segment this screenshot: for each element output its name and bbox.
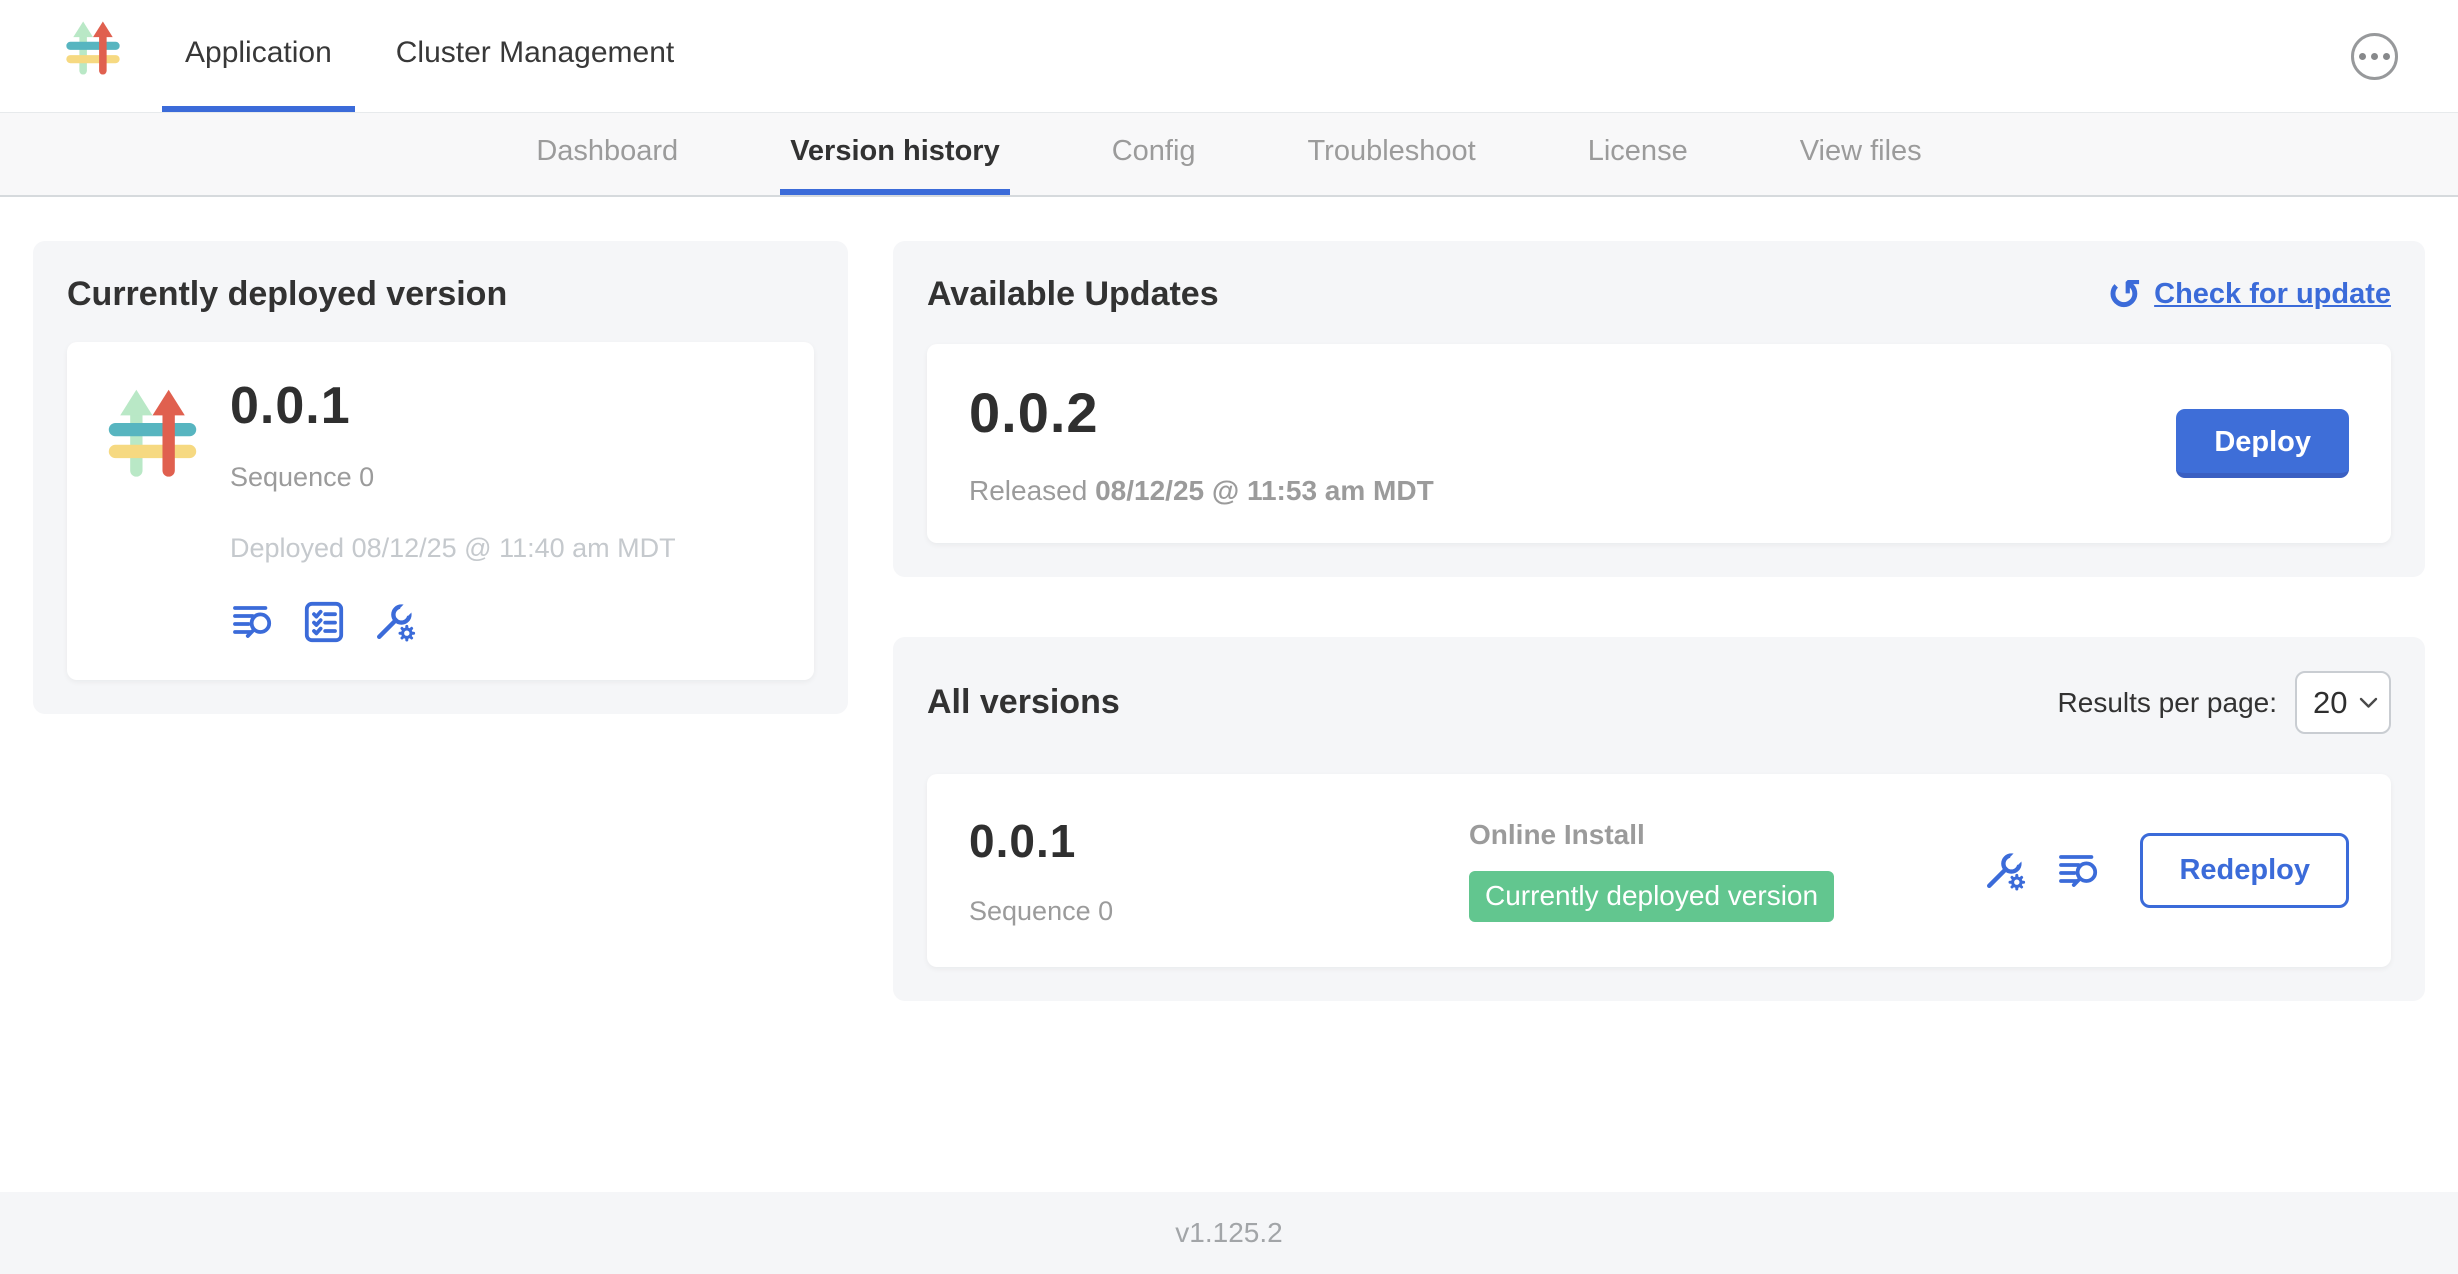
deployed-version-details: 0.0.1 Sequence 0 Deployed 08/12/25 @ 11:…: [230, 376, 676, 646]
results-per-page: Results per page: 20: [2058, 671, 2391, 734]
currently-deployed-card: Currently deployed version 0.0.1 Sequenc…: [33, 241, 848, 714]
diff-lines-magnifier-icon: [2056, 847, 2104, 895]
subnav-tab-view-files[interactable]: View files: [1790, 113, 1932, 195]
check-for-update-link[interactable]: ↺ Check for update: [2107, 277, 2391, 313]
install-type-label: Online Install: [1469, 819, 1980, 851]
all-versions-title: All versions: [927, 683, 1120, 722]
console-version: v1.125.2: [1175, 1217, 1282, 1249]
version-row-actions: Redeploy: [1980, 833, 2349, 908]
update-row: 0.0.2 Released 08/12/25 @ 11:53 am MDT D…: [927, 344, 2391, 543]
tab-application[interactable]: Application: [162, 0, 355, 112]
view-diff-button[interactable]: [230, 598, 278, 646]
view-diff-button[interactable]: [2056, 847, 2104, 895]
deploy-button[interactable]: Deploy: [2176, 409, 2349, 478]
redeploy-button[interactable]: Redeploy: [2140, 833, 2349, 908]
version-row-status: Online Install Currently deployed versio…: [1469, 819, 1980, 922]
edit-config-button[interactable]: [370, 598, 418, 646]
version-row-info: 0.0.1 Sequence 0: [969, 814, 1469, 927]
version-history-page: Currently deployed version 0.0.1 Sequenc…: [0, 197, 2458, 1192]
console-footer: v1.125.2: [0, 1192, 2458, 1274]
currently-deployed-badge: Currently deployed version: [1469, 871, 1834, 922]
wrench-gear-icon: [370, 598, 418, 646]
diff-lines-magnifier-icon: [230, 598, 278, 646]
row-sequence: Sequence 0: [969, 896, 1469, 927]
wrench-gear-icon: [1980, 847, 2028, 895]
subnav-tab-version-history[interactable]: Version history: [780, 113, 1010, 195]
top-navbar: Application Cluster Management: [0, 0, 2458, 113]
app-subnav: Dashboard Version history Config Trouble…: [0, 113, 2458, 197]
version-row: 0.0.1 Sequence 0 Online Install Currentl…: [927, 774, 2391, 967]
results-per-page-label: Results per page:: [2058, 687, 2277, 719]
deployed-timestamp: Deployed 08/12/25 @ 11:40 am MDT: [230, 533, 676, 564]
preflight-checks-button[interactable]: [300, 598, 348, 646]
all-versions-card: All versions Results per page: 20 0: [893, 637, 2425, 1001]
row-version-number: 0.0.1: [969, 814, 1469, 868]
currently-deployed-title: Currently deployed version: [67, 275, 814, 314]
results-per-page-select[interactable]: 20: [2295, 671, 2391, 734]
app-logo-icon: [64, 14, 122, 112]
available-updates-card: Available Updates ↺ Check for update 0.0…: [893, 241, 2425, 577]
update-version-number: 0.0.2: [969, 380, 1434, 445]
subnav-tab-config[interactable]: Config: [1102, 113, 1206, 195]
available-updates-title: Available Updates: [927, 275, 1219, 314]
update-released-timestamp: Released 08/12/25 @ 11:53 am MDT: [969, 475, 1434, 507]
deployed-version-number: 0.0.1: [230, 376, 676, 436]
tab-cluster-management[interactable]: Cluster Management: [373, 0, 697, 112]
checklist-icon: [300, 598, 348, 646]
top-nav-tabs: Application Cluster Management: [162, 0, 715, 112]
navbar-spacer: [715, 0, 2351, 112]
app-logo-icon: [105, 384, 200, 646]
deployed-version-panel: 0.0.1 Sequence 0 Deployed 08/12/25 @ 11:…: [67, 342, 814, 680]
refresh-icon: ↺: [2107, 277, 2142, 313]
results-per-page-select-wrap: 20: [2295, 671, 2391, 734]
right-column: Available Updates ↺ Check for update 0.0…: [893, 241, 2425, 1001]
deployed-version-actions: [230, 598, 676, 646]
subnav-tab-license[interactable]: License: [1578, 113, 1698, 195]
overflow-menu-button[interactable]: [2351, 33, 2398, 80]
ellipsis-icon: [2359, 53, 2366, 60]
subnav-tab-troubleshoot[interactable]: Troubleshoot: [1298, 113, 1486, 195]
check-for-update-label: Check for update: [2154, 278, 2391, 311]
subnav-tab-dashboard[interactable]: Dashboard: [526, 113, 688, 195]
edit-config-button[interactable]: [1980, 847, 2028, 895]
deployed-sequence: Sequence 0: [230, 462, 676, 493]
update-details: 0.0.2 Released 08/12/25 @ 11:53 am MDT: [969, 380, 1434, 507]
